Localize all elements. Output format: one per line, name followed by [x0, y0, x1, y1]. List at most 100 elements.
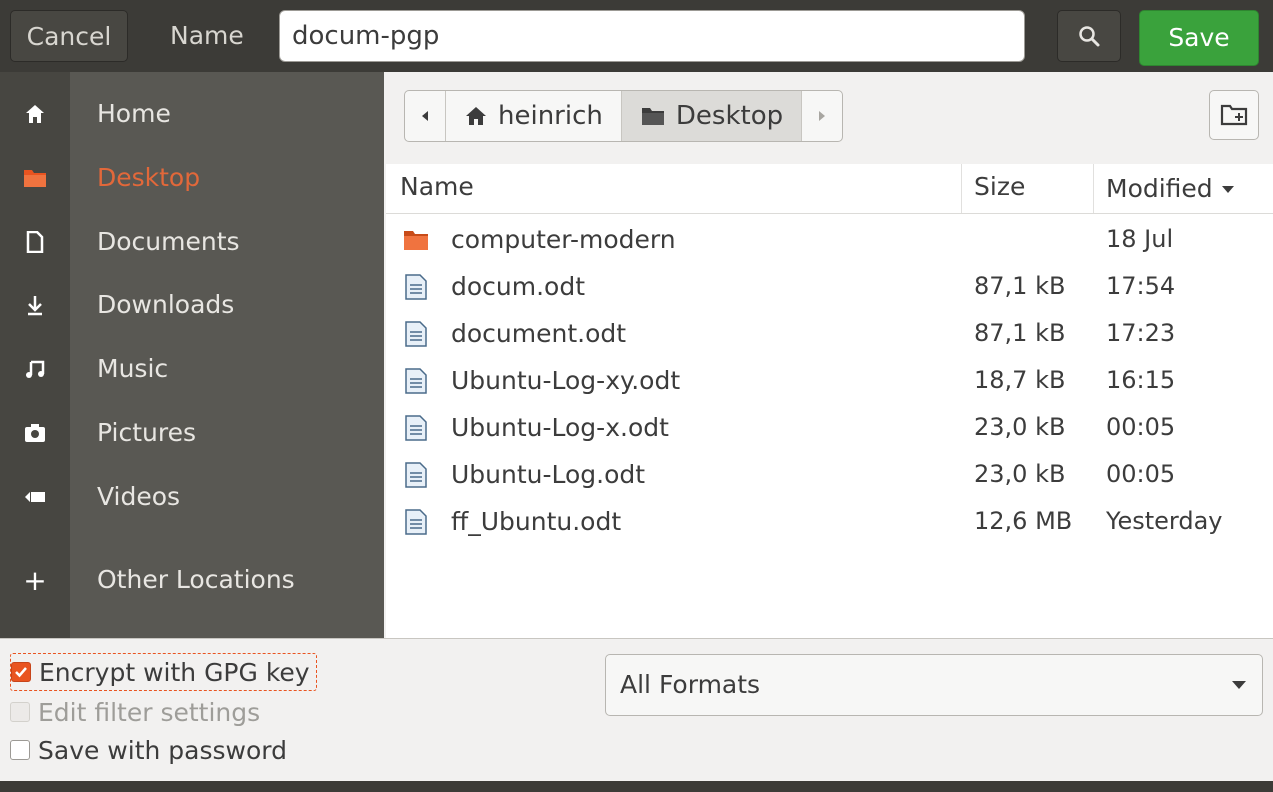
file-modified: 18 Jul [1106, 225, 1174, 253]
path-back-button[interactable] [405, 91, 446, 141]
column-header-name[interactable]: Name [400, 164, 474, 214]
chevron-left-icon [422, 111, 428, 121]
folder-icon [404, 231, 428, 250]
table-row[interactable]: document.odt 87,1 kB 17:23 [386, 310, 1273, 357]
file-modified: 00:05 [1106, 413, 1176, 441]
sidebar-item-label: Desktop [97, 163, 201, 192]
file-size: 23,0 kB [974, 460, 1066, 488]
search-icon [1079, 26, 1100, 47]
file-size: 23,0 kB [974, 413, 1066, 441]
column-header-label: Modified [1106, 174, 1213, 203]
folder-icon [0, 148, 70, 208]
file-list[interactable]: Name Size Modified computer-modern 18 Ju… [386, 164, 1273, 638]
sidebar-item-label: Documents [97, 227, 240, 256]
document-icon [0, 212, 70, 272]
file-name: docum.odt [451, 272, 586, 301]
file-modified: 00:05 [1106, 460, 1176, 488]
file-size: 87,1 kB [974, 319, 1066, 347]
file-modified: 17:23 [1106, 319, 1176, 347]
home-icon [466, 107, 486, 125]
places-sidebar: Home Desktop Documents Downloads Music P… [0, 72, 384, 638]
save-button[interactable]: Save [1139, 10, 1259, 66]
sidebar-item-desktop[interactable]: Desktop [0, 148, 384, 208]
chevron-right-icon [819, 111, 826, 121]
pathbar-area: heinrich Desktop [386, 72, 1273, 164]
sidebar-item-music[interactable]: Music [0, 339, 384, 399]
document-icon [405, 274, 427, 300]
document-icon [405, 321, 427, 347]
file-modified: 17:54 [1106, 272, 1176, 300]
folder-icon [641, 108, 664, 125]
checkbox-box [11, 662, 31, 682]
table-row[interactable]: Ubuntu-Log-x.odt 23,0 kB 00:05 [386, 404, 1273, 451]
plus-icon: + [23, 563, 47, 597]
file-size: 18,7 kB [974, 366, 1066, 394]
document-icon [405, 415, 427, 441]
encrypt-gpg-checkbox[interactable]: Encrypt with GPG key [10, 653, 317, 691]
document-icon [405, 368, 427, 394]
sidebar-item-label: Other Locations [97, 565, 295, 594]
checkbox-label: Save with password [38, 735, 287, 765]
path-forward-button[interactable] [802, 91, 842, 141]
sidebar-item-downloads[interactable]: Downloads [0, 275, 384, 335]
save-password-checkbox[interactable]: Save with password [10, 732, 287, 768]
table-row[interactable]: ff_Ubuntu.odt 12,6 MB Yesterday [386, 498, 1273, 545]
file-name: Ubuntu-Log-xy.odt [451, 366, 681, 395]
path-segment-home[interactable]: heinrich [446, 91, 622, 141]
new-folder-icon [1220, 104, 1248, 126]
new-folder-button[interactable] [1209, 90, 1259, 140]
search-button[interactable] [1057, 10, 1121, 62]
sidebar-item-pictures[interactable]: Pictures [0, 403, 384, 463]
checkbox-label: Encrypt with GPG key [39, 657, 310, 687]
breadcrumb: heinrich Desktop [404, 90, 844, 142]
table-row[interactable]: Ubuntu-Log-xy.odt 18,7 kB 16:15 [386, 357, 1273, 404]
file-name: ff_Ubuntu.odt [451, 507, 622, 536]
file-name: Ubuntu-Log.odt [451, 460, 646, 489]
file-format-value: All Formats [620, 670, 761, 699]
music-icon [0, 339, 70, 399]
sidebar-item-documents[interactable]: Documents [0, 212, 384, 272]
column-header-size[interactable]: Size [974, 164, 1025, 214]
name-label: Name [170, 21, 244, 50]
sidebar-item-label: Home [97, 99, 171, 128]
path-segment-label: heinrich [498, 101, 603, 131]
sidebar-item-home[interactable]: Home [0, 84, 384, 144]
table-row[interactable]: Ubuntu-Log.odt 23,0 kB 00:05 [386, 451, 1273, 498]
filename-input[interactable]: docum-pgp [279, 10, 1025, 62]
table-row[interactable]: computer-modern 18 Jul [386, 216, 1273, 263]
table-row[interactable]: docum.odt 87,1 kB 17:54 [386, 263, 1273, 310]
video-icon [0, 467, 70, 527]
home-icon [0, 84, 70, 144]
file-name: computer-modern [451, 225, 676, 254]
sidebar-item-label: Music [97, 354, 169, 383]
sidebar-item-label: Downloads [97, 290, 235, 319]
sidebar-item-videos[interactable]: Videos [0, 467, 384, 527]
sidebar-item-label: Pictures [97, 418, 196, 447]
file-name: document.odt [451, 319, 627, 348]
file-modified: 16:15 [1106, 366, 1176, 394]
checkbox-box [10, 702, 30, 722]
path-segment-label: Desktop [675, 101, 784, 131]
file-size: 87,1 kB [974, 272, 1066, 300]
file-name: Ubuntu-Log-x.odt [451, 413, 669, 442]
sidebar-item-other-locations[interactable]: + Other Locations [0, 550, 384, 610]
document-icon [405, 509, 427, 535]
checkbox-box [10, 740, 30, 760]
save-options: Encrypt with GPG key Edit filter setting… [0, 639, 1273, 781]
column-header-modified[interactable]: Modified [1106, 164, 1235, 214]
sidebar-item-label: Videos [97, 482, 181, 511]
sort-descending-icon [1221, 186, 1234, 193]
header-bar: Cancel Name docum-pgp Save [0, 0, 1273, 72]
checkbox-label: Edit filter settings [38, 697, 261, 727]
file-modified: Yesterday [1106, 507, 1223, 535]
file-format-select[interactable]: All Formats [605, 654, 1263, 716]
edit-filter-checkbox[interactable]: Edit filter settings [10, 694, 260, 730]
check-icon [15, 667, 27, 678]
camera-icon [0, 403, 70, 463]
download-icon [0, 275, 70, 335]
path-segment-desktop[interactable]: Desktop [621, 91, 803, 141]
chevron-down-icon [1232, 681, 1246, 689]
document-icon [405, 462, 427, 488]
cancel-button[interactable]: Cancel [10, 10, 128, 62]
file-size: 12,6 MB [974, 507, 1073, 535]
